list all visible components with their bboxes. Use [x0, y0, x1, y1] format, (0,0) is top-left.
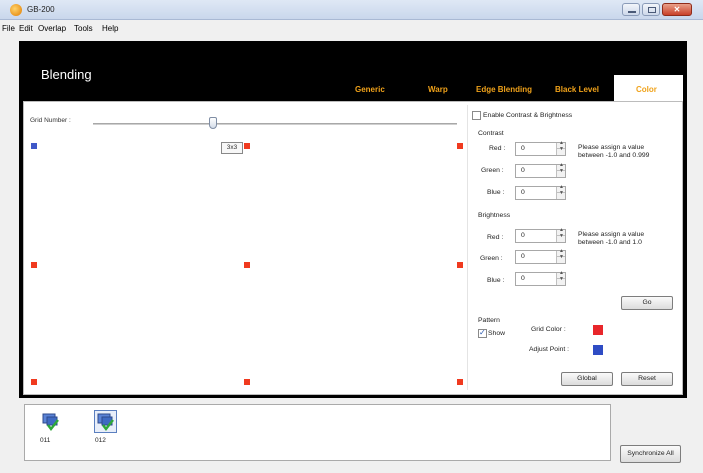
- contrast-red-label: Red :: [489, 145, 506, 152]
- minimize-icon: [628, 11, 636, 13]
- grid-number-label: Grid Number :: [30, 117, 71, 124]
- grid-color-swatch[interactable]: [593, 325, 603, 335]
- menu-edit[interactable]: Edit: [19, 24, 33, 33]
- pattern-title: Pattern: [478, 317, 500, 324]
- grid-point[interactable]: [244, 143, 250, 149]
- menu-overlap[interactable]: Overlap: [38, 24, 66, 33]
- adjust-point-label: Adjust Point :: [529, 346, 570, 353]
- enable-contrast-label: Enable Contrast & Brightness: [483, 112, 573, 119]
- tab-color-label: Color: [636, 85, 657, 94]
- brightness-blue-label: Blue :: [487, 277, 505, 284]
- app-window: GB-200 ✕ File Edit Overlap Tools Help Bl…: [0, 0, 703, 473]
- slider-thumb[interactable]: [209, 117, 218, 129]
- slider-value-tooltip: 3x3: [221, 142, 243, 154]
- synchronize-all-button[interactable]: Synchronize All: [620, 445, 681, 463]
- contrast-green-label: Green :: [481, 167, 504, 174]
- panel-divider: [467, 105, 468, 390]
- spin-down-icon[interactable]: [556, 233, 565, 242]
- grid-point[interactable]: [457, 143, 463, 149]
- grid-point[interactable]: [244, 379, 250, 385]
- contrast-blue-spinner[interactable]: 0: [515, 184, 566, 200]
- spin-down-icon[interactable]: [556, 254, 565, 263]
- global-button[interactable]: Global: [561, 372, 613, 386]
- title-bar[interactable]: GB-200 ✕: [0, 0, 703, 20]
- spin-down-icon[interactable]: [556, 190, 565, 199]
- device-012[interactable]: 012: [91, 410, 121, 453]
- grid-point[interactable]: [31, 262, 37, 268]
- show-pattern-checkbox[interactable]: [478, 328, 487, 338]
- contrast-hint: Please assign a value between -1.0 and 0…: [578, 144, 650, 159]
- device-check-icon: [97, 413, 114, 431]
- enable-contrast-checkbox[interactable]: [472, 111, 481, 120]
- brightness-red-label: Red :: [487, 234, 504, 241]
- device-check-icon: [42, 413, 59, 431]
- grid-point[interactable]: [457, 262, 463, 268]
- go-button[interactable]: Go: [621, 296, 673, 310]
- tab-edge-blending[interactable]: Edge Blending: [476, 85, 532, 94]
- contrast-blue-label: Blue :: [487, 189, 505, 196]
- device-label: 011: [40, 437, 51, 444]
- brightness-green-label: Green :: [480, 255, 503, 262]
- brightness-blue-spinner[interactable]: 0: [515, 270, 566, 286]
- tab-generic[interactable]: Generic: [355, 85, 385, 94]
- grid-point-selected[interactable]: [31, 143, 37, 149]
- menu-file[interactable]: File: [2, 24, 15, 33]
- app-logo-icon: [10, 4, 22, 16]
- minimize-button[interactable]: [622, 3, 640, 16]
- device-label: 012: [95, 437, 106, 444]
- reset-button[interactable]: Reset: [621, 372, 673, 386]
- menu-tools[interactable]: Tools: [74, 24, 93, 33]
- contrast-green-spinner[interactable]: 0: [515, 162, 566, 178]
- contrast-title: Contrast: [478, 130, 504, 137]
- brightness-green-spinner[interactable]: 0: [515, 248, 566, 264]
- spin-down-icon[interactable]: [556, 276, 565, 285]
- close-button[interactable]: ✕: [662, 3, 692, 16]
- brightness-hint: Please assign a value between -1.0 and 1…: [578, 231, 645, 246]
- contrast-red-spinner[interactable]: 0: [515, 140, 566, 156]
- grid-point[interactable]: [457, 379, 463, 385]
- device-011[interactable]: 011: [36, 413, 66, 453]
- grid-number-slider[interactable]: [93, 123, 457, 125]
- tab-warp[interactable]: Warp: [428, 85, 448, 94]
- close-icon: ✕: [673, 5, 681, 14]
- brightness-title: Brightness: [478, 212, 511, 219]
- grid-point[interactable]: [244, 262, 250, 268]
- grid-color-label: Grid Color :: [531, 326, 566, 333]
- maximize-button[interactable]: [642, 3, 660, 16]
- maximize-icon: [648, 7, 656, 13]
- adjust-point-color-swatch[interactable]: [593, 345, 603, 355]
- menu-help[interactable]: Help: [102, 24, 118, 33]
- show-pattern-label: Show: [488, 330, 506, 337]
- spin-down-icon[interactable]: [556, 146, 565, 155]
- brightness-red-spinner[interactable]: 0: [515, 227, 566, 243]
- page-title: Blending: [41, 67, 92, 82]
- tab-color[interactable]: Color: [614, 75, 683, 102]
- menu-bar: File Edit Overlap Tools Help: [0, 20, 703, 36]
- grid-point[interactable]: [31, 379, 37, 385]
- spin-down-icon[interactable]: [556, 168, 565, 177]
- window-title: GB-200: [27, 5, 55, 14]
- tab-black-level[interactable]: Black Level: [555, 85, 599, 94]
